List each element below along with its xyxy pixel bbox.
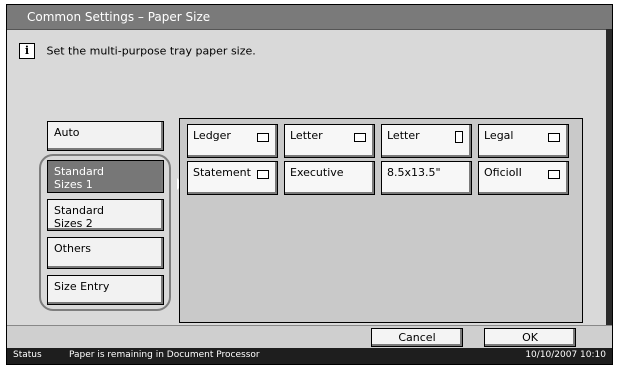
action-bar: Cancel OK bbox=[7, 325, 612, 350]
right-edge-strip bbox=[606, 29, 612, 333]
sidebar-item-label: Sizes 1 bbox=[54, 178, 93, 191]
sidebar-item-label: Sizes 2 bbox=[54, 217, 93, 230]
sidebar-item-label: Others bbox=[54, 242, 91, 255]
paper-legal-button[interactable]: Legal bbox=[478, 124, 569, 158]
paper-label: 8.5x13.5" bbox=[387, 166, 441, 179]
landscape-icon bbox=[354, 133, 366, 142]
sidebar-item-label: Size Entry bbox=[54, 280, 110, 293]
landscape-icon bbox=[257, 170, 269, 179]
status-message: Paper is remaining in Document Processor bbox=[69, 350, 260, 360]
paper-ledger-button[interactable]: Ledger bbox=[187, 124, 278, 158]
paper-size-screen: Common Settings – Paper Size i Set the m… bbox=[6, 4, 613, 365]
info-message: i Set the multi-purpose tray paper size. bbox=[19, 43, 256, 59]
sidebar-item-label: Standard bbox=[54, 204, 105, 217]
status-datetime: 10/10/2007 10:10 bbox=[525, 350, 606, 360]
sidebar-item-standard-sizes-2[interactable]: Standard Sizes 2 bbox=[47, 199, 164, 231]
paper-label: Legal bbox=[484, 129, 514, 142]
landscape-icon bbox=[548, 133, 560, 142]
paper-letter-landscape-button[interactable]: Letter bbox=[284, 124, 375, 158]
sidebar-item-auto[interactable]: Auto bbox=[47, 121, 164, 151]
title-bar: Common Settings – Paper Size bbox=[7, 5, 612, 30]
cancel-button[interactable]: Cancel bbox=[371, 328, 463, 347]
paper-label: OficioII bbox=[484, 166, 522, 179]
paper-label: Letter bbox=[387, 129, 420, 142]
status-label[interactable]: Status bbox=[13, 350, 42, 360]
portrait-icon bbox=[455, 131, 463, 143]
status-bar: Status Paper is remaining in Document Pr… bbox=[7, 348, 612, 364]
sidebar-item-others[interactable]: Others bbox=[47, 237, 164, 269]
paper-executive-button[interactable]: Executive bbox=[284, 161, 375, 195]
paper-label: Ledger bbox=[193, 129, 231, 142]
paper-statement-button[interactable]: Statement bbox=[187, 161, 278, 195]
landscape-icon bbox=[548, 170, 560, 179]
sidebar-item-size-entry[interactable]: Size Entry bbox=[47, 275, 164, 305]
paper-size-grid: Ledger Letter Letter Legal Statement Exe… bbox=[179, 118, 583, 323]
landscape-icon bbox=[257, 133, 269, 142]
info-text: Set the multi-purpose tray paper size. bbox=[46, 44, 256, 58]
window-title: Common Settings – Paper Size bbox=[27, 10, 211, 24]
paper-8-5x13-5-button[interactable]: 8.5x13.5" bbox=[381, 161, 472, 195]
paper-label: Letter bbox=[290, 129, 323, 142]
sidebar-item-standard-sizes-1[interactable]: Standard Sizes 1 bbox=[47, 160, 164, 193]
info-icon: i bbox=[19, 43, 35, 59]
ok-button[interactable]: OK bbox=[484, 328, 576, 347]
paper-letter-portrait-button[interactable]: Letter bbox=[381, 124, 472, 158]
paper-label: Executive bbox=[290, 166, 344, 179]
paper-oficioii-button[interactable]: OficioII bbox=[478, 161, 569, 195]
sidebar-item-label: Auto bbox=[54, 126, 80, 139]
paper-label: Statement bbox=[193, 166, 251, 179]
sidebar-item-label: Standard bbox=[54, 165, 105, 178]
